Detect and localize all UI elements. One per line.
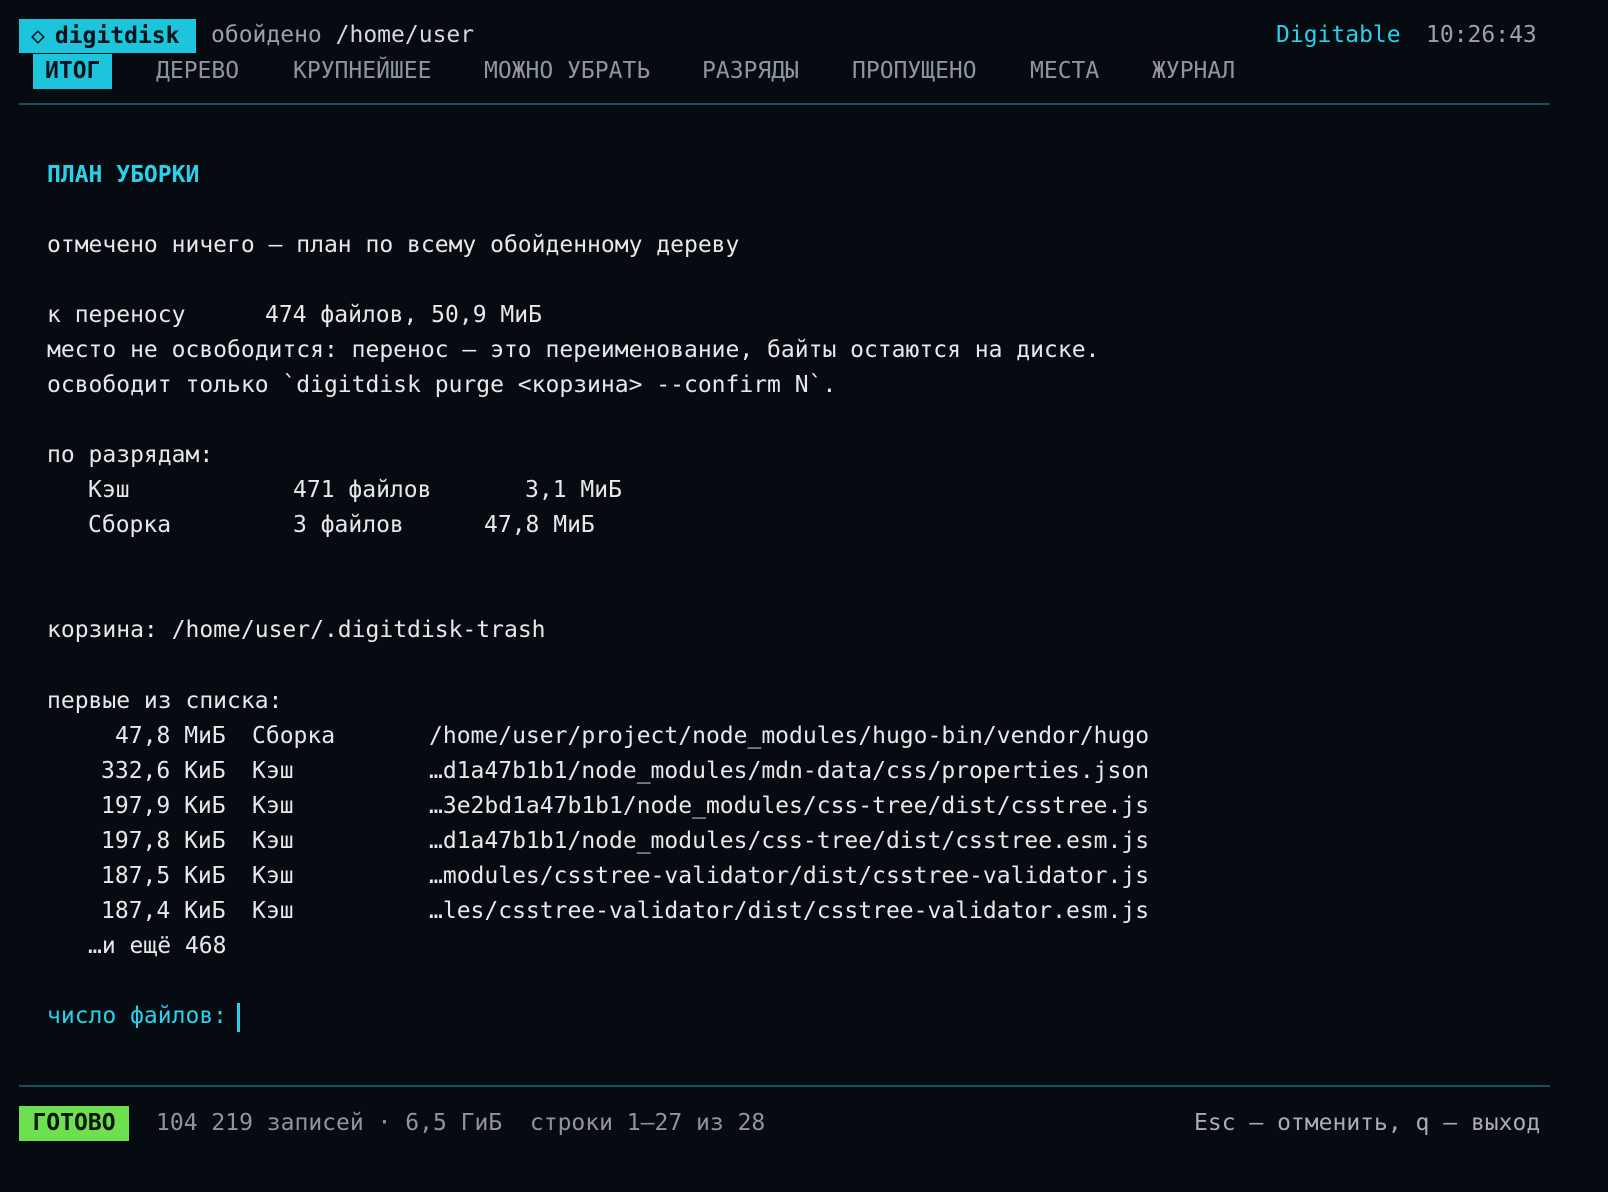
trash-line: корзина: /home/user/.digitdisk-trash	[47, 613, 546, 648]
item-size: 187,4 КиБ	[101, 898, 226, 924]
item-path: …d1a47b1b1/node_modules/css-tree/dist/cs…	[429, 828, 1150, 854]
text-cursor	[237, 1003, 240, 1032]
app-badge: ◇ digitdisk	[19, 19, 196, 53]
tab-removable[interactable]: МОЖНО УБРАТЬ	[484, 54, 650, 89]
warning-line: место не освободится: перенос — это пере…	[47, 337, 1100, 363]
purge-hint: освободит только `digitdisk purge <корзи…	[47, 372, 837, 398]
category-files: 471 файлов	[293, 477, 432, 503]
breadcrumb-label: обойдено	[211, 22, 322, 48]
app-name: digitdisk	[54, 23, 180, 49]
category-size: 3,1 МиБ	[525, 477, 622, 503]
category-size: 47,8 МиБ	[484, 512, 595, 538]
item-size: 197,8 КиБ	[101, 828, 226, 854]
item-path: /home/user/project/node_modules/hugo-bin…	[429, 723, 1150, 749]
item-path: …les/csstree-validator/dist/csstree-vali…	[429, 898, 1150, 924]
item-path: …3e2bd1a47b1b1/node_modules/css-tree/dis…	[429, 793, 1150, 819]
breadcrumb: обойдено /home/user	[211, 18, 474, 53]
tab-skipped[interactable]: ПРОПУЩЕНО	[852, 54, 977, 89]
item-size: 187,5 КиБ	[101, 863, 226, 889]
item-category: Кэш	[252, 758, 294, 784]
clock: 10:26:43	[1426, 22, 1537, 48]
item-path: …d1a47b1b1/node_modules/mdn-data/css/pro…	[429, 758, 1150, 784]
category-name: Сборка	[88, 512, 172, 538]
key-hint: Esc — отменить, q — выход	[1194, 1110, 1541, 1136]
status-info: 104 219 записей · 6,5 ГиБ строки 1–27 из…	[156, 1110, 766, 1136]
item-category: Сборка	[252, 723, 336, 749]
tab-largest[interactable]: КРУПНЕЙШЕЕ	[293, 54, 431, 89]
tab-log[interactable]: ЖУРНАЛ	[1152, 54, 1235, 89]
scope-note: отмечено ничего — план по всему обойденн…	[47, 232, 740, 258]
breadcrumb-path: /home/user	[335, 22, 475, 48]
trash-label: корзина:	[47, 617, 158, 643]
tab-categories[interactable]: РАЗРЯДЫ	[702, 54, 799, 89]
category-files: 3 файлов	[293, 512, 404, 538]
item-size: 197,9 КиБ	[101, 793, 226, 819]
item-category: Кэш	[252, 828, 294, 854]
diamond-icon: ◇	[31, 23, 45, 49]
status-badge: ГОТОВО	[19, 1106, 129, 1141]
category-name: Кэш	[88, 477, 130, 503]
footer-divider	[19, 1085, 1550, 1087]
item-size: 332,6 КиБ	[101, 758, 226, 784]
more-items-note: …и ещё 468	[88, 933, 227, 959]
first-items-label: первые из списка:	[47, 688, 283, 714]
file-count-prompt-label: число файлов:	[47, 1003, 228, 1029]
move-value: 474 файлов, 50,9 МиБ	[265, 302, 542, 328]
section-title: ПЛАН УБОРКИ	[47, 162, 200, 188]
trash-path: /home/user/.digitdisk-trash	[171, 617, 546, 643]
item-category: Кэш	[252, 863, 294, 889]
item-path: …modules/csstree-validator/dist/csstree-…	[429, 863, 1150, 889]
categories-label: по разрядам:	[47, 442, 214, 468]
item-category: Кэш	[252, 898, 294, 924]
header-divider	[19, 103, 1550, 105]
tab-tree[interactable]: ДЕРЕВО	[156, 54, 239, 89]
item-category: Кэш	[252, 793, 294, 819]
tab-summary[interactable]: ИТОГ	[33, 54, 113, 89]
tab-places[interactable]: МЕСТА	[1030, 54, 1099, 89]
item-size: 47,8 МиБ	[115, 723, 226, 749]
move-label: к переносу	[47, 302, 186, 328]
brand-label: Digitable	[1276, 22, 1401, 48]
